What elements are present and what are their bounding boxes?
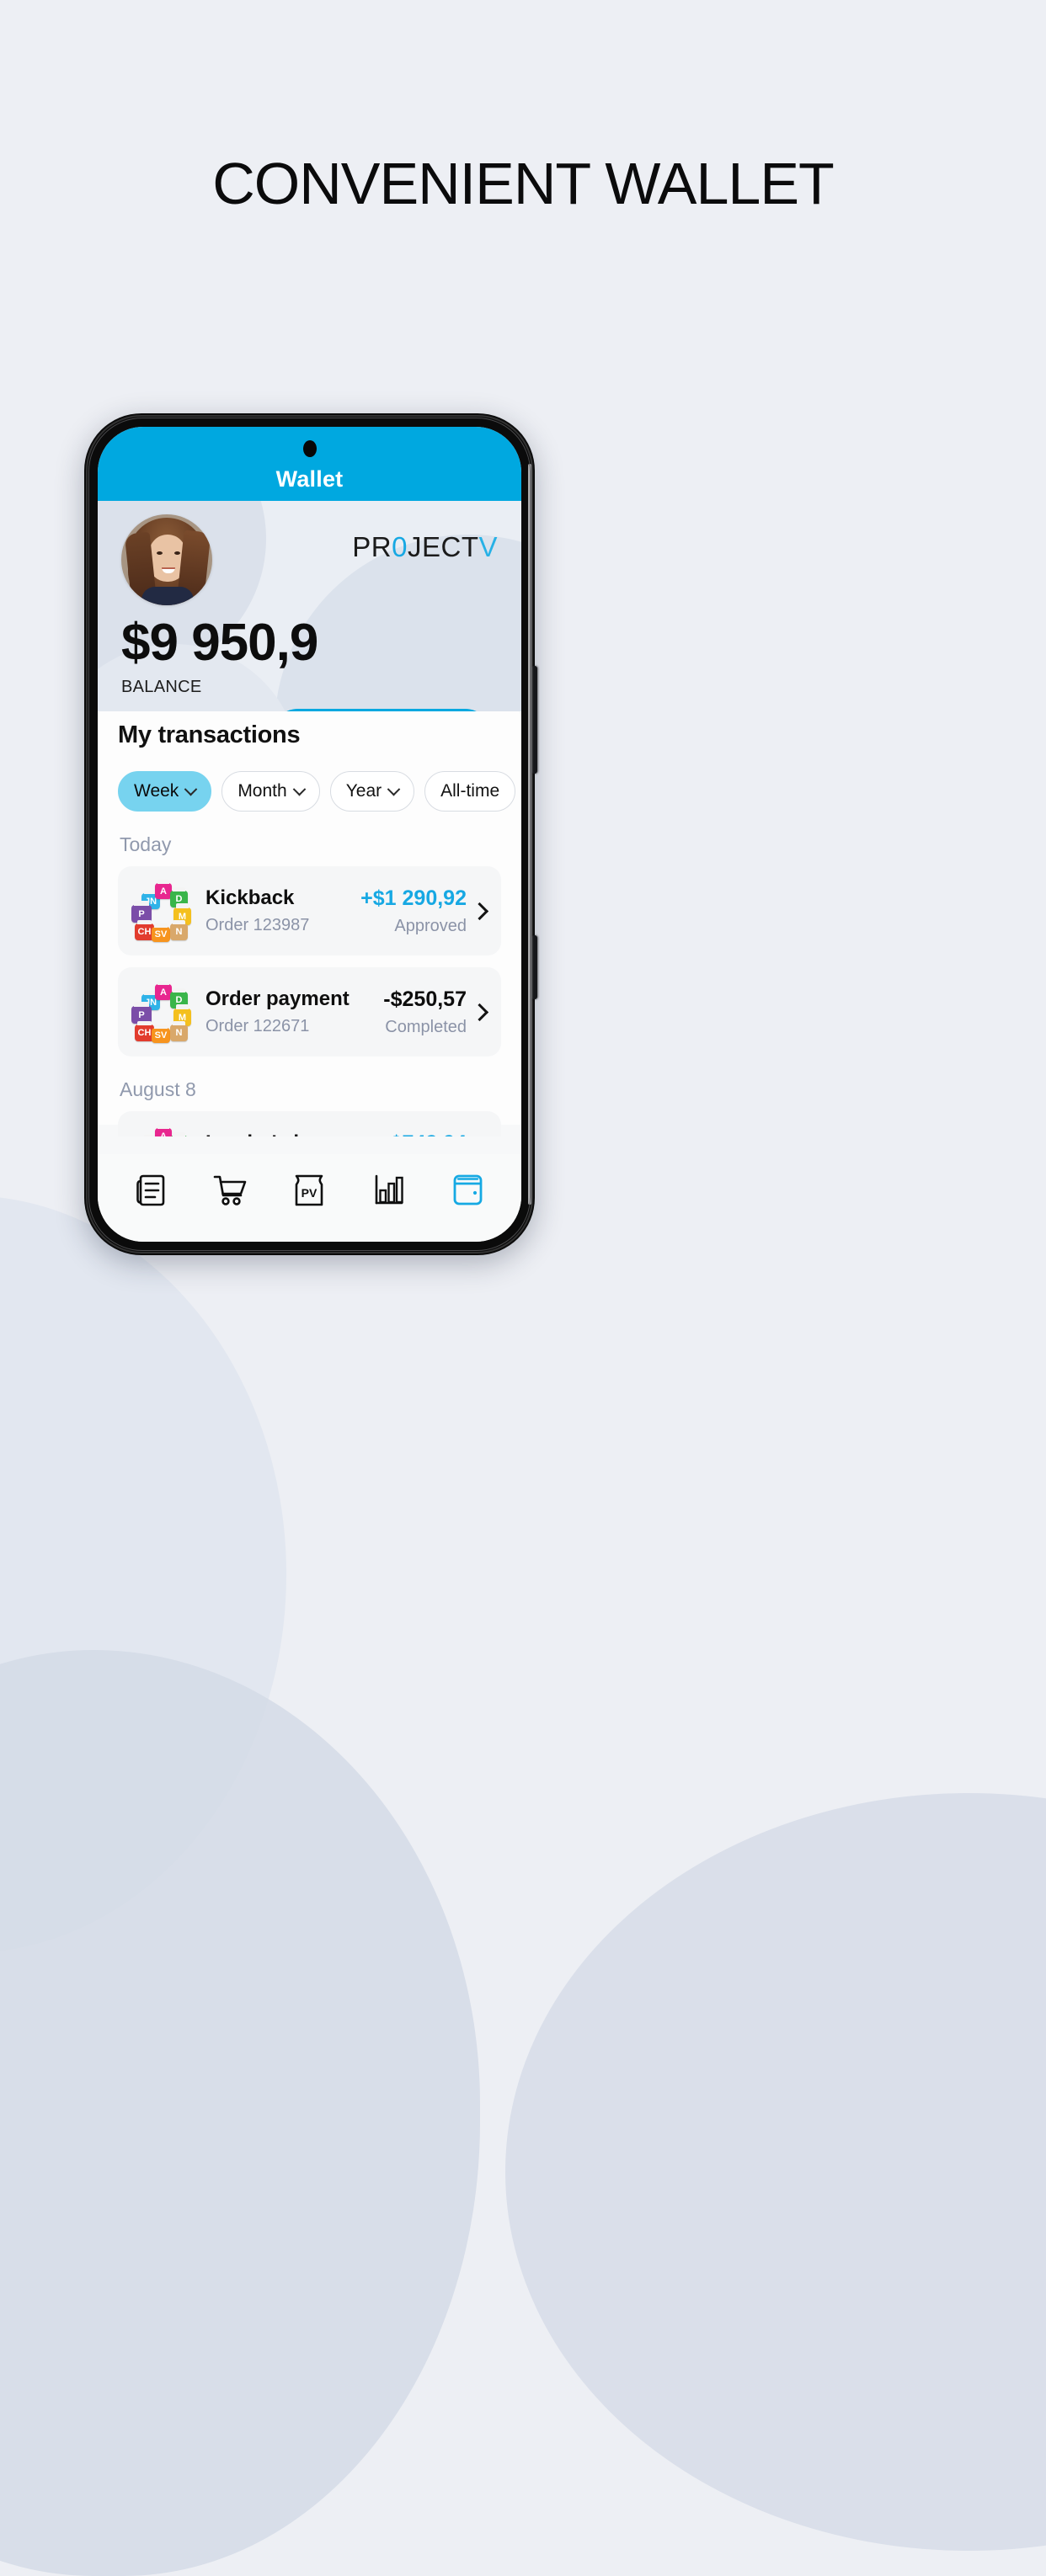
- filter-chip-week-label: Week: [134, 781, 179, 801]
- product-jar: A: [155, 980, 172, 1000]
- pv-bag-icon: PV: [293, 1173, 325, 1212]
- chevron-right-icon: [470, 1003, 489, 1021]
- chevron-down-icon: [387, 782, 401, 796]
- transaction-order: Order 122671: [205, 1017, 310, 1035]
- chevron-down-icon: [292, 782, 306, 796]
- brand-v-letter: V: [478, 531, 498, 562]
- avatar-shoulders: [141, 587, 194, 605]
- wallet-header: PR0JECTV $9 950,9 BALANCE WITHDRAW: [98, 501, 521, 711]
- transaction-group-day: August 8: [120, 1078, 196, 1100]
- phone-screen: Wallet PR0JECTV $9 950,9 BALANCE My tran…: [98, 427, 521, 1242]
- brand-o-letter: 0: [392, 531, 408, 562]
- product-jar: SV: [152, 1025, 170, 1043]
- phone-mockup: Wallet PR0JECTV $9 950,9 BALANCE My tran…: [84, 413, 537, 1255]
- avatar[interactable]: [121, 514, 212, 605]
- filter-chip-all-time-label: All-time: [440, 781, 500, 801]
- transaction-title: Leader's bonus: [205, 1131, 378, 1136]
- bottom-navigation-bar: PV: [98, 1154, 521, 1242]
- news-icon: [136, 1174, 166, 1211]
- table-row[interactable]: JNADPMCHSVN Leader's bonus Order 122549 …: [118, 1111, 501, 1136]
- camera-punch-hole-icon: [302, 440, 317, 457]
- phone-side-rail: [528, 464, 531, 1205]
- chevron-right-icon: [470, 902, 489, 920]
- product-jars-icon: JNADPMCHSVN: [130, 1124, 192, 1136]
- background-blob-bottom-right: [505, 1793, 1046, 2551]
- transaction-group-day: Today: [120, 833, 172, 855]
- transaction-amount: +$1 290,92: [360, 886, 467, 910]
- balance-label: BALANCE: [121, 678, 202, 696]
- cart-icon: [212, 1174, 248, 1211]
- transaction-title: Kickback: [205, 886, 295, 909]
- product-jars-icon: JNADPMCHSVN: [130, 879, 192, 942]
- product-jars-icon: JNADPMCHSVN: [130, 980, 192, 1043]
- page-headline: CONVENIENT WALLET: [212, 151, 835, 216]
- filter-chip-month[interactable]: Month: [221, 771, 320, 812]
- filter-chip-week[interactable]: Week: [118, 771, 212, 812]
- transaction-amount: +$743,94: [378, 1131, 467, 1137]
- nav-item-cart[interactable]: [203, 1168, 257, 1216]
- balance-amount: $9 950,9: [121, 614, 318, 672]
- avatar-eye-left: [157, 551, 163, 555]
- filter-chip-month-label: Month: [237, 781, 287, 801]
- nav-item-statistics[interactable]: [362, 1168, 416, 1216]
- nav-item-pv[interactable]: PV: [282, 1168, 336, 1216]
- power-button[interactable]: [531, 935, 537, 999]
- app-status-bar: Wallet: [98, 427, 521, 501]
- transaction-title: Order payment: [205, 987, 350, 1010]
- avatar-eye-right: [174, 551, 180, 555]
- nav-item-news[interactable]: [124, 1168, 178, 1216]
- status-badge: Approved: [394, 916, 467, 935]
- transactions-sheet: My transactions Week Month Year All-time…: [98, 711, 521, 1136]
- transactions-sheet-wrapper: My transactions Week Month Year All-time…: [98, 711, 521, 1136]
- transaction-order: Order 123987: [205, 916, 310, 934]
- statistics-icon: [373, 1174, 405, 1211]
- brand-middle: JECT: [407, 531, 479, 562]
- table-row[interactable]: JN A D P M CH SV N Order payment Order 122671 -…: [118, 967, 501, 1056]
- filter-chip-year[interactable]: Year: [329, 771, 415, 812]
- product-jar: A: [155, 1124, 172, 1136]
- brand-prefix: PR: [352, 531, 392, 562]
- app-title: Wallet: [275, 466, 344, 492]
- table-row[interactable]: JN A D P M CH SV N Kickback Order 123987 +$1 29…: [118, 866, 501, 955]
- nav-item-wallet[interactable]: [441, 1168, 495, 1216]
- brand-logo: PR0JECTV: [352, 531, 498, 563]
- volume-rocker-button[interactable]: [531, 666, 537, 774]
- transaction-filters: Week Month Year All-time: [118, 771, 516, 812]
- filter-chip-year-label: Year: [345, 781, 382, 801]
- product-jar: N: [170, 919, 188, 940]
- product-jar: SV: [152, 923, 170, 942]
- product-jar: N: [170, 1020, 188, 1041]
- status-badge: Completed: [385, 1017, 467, 1036]
- filter-chip-all-time[interactable]: All-time: [424, 771, 516, 812]
- transactions-title: My transactions: [118, 721, 301, 748]
- product-jar: A: [155, 879, 172, 899]
- background-blob-bottom-left: [0, 1650, 480, 2576]
- svg-text:PV: PV: [302, 1186, 318, 1200]
- chevron-down-icon: [184, 782, 198, 796]
- wallet-icon: [451, 1174, 485, 1211]
- transaction-amount: -$250,57: [383, 987, 467, 1011]
